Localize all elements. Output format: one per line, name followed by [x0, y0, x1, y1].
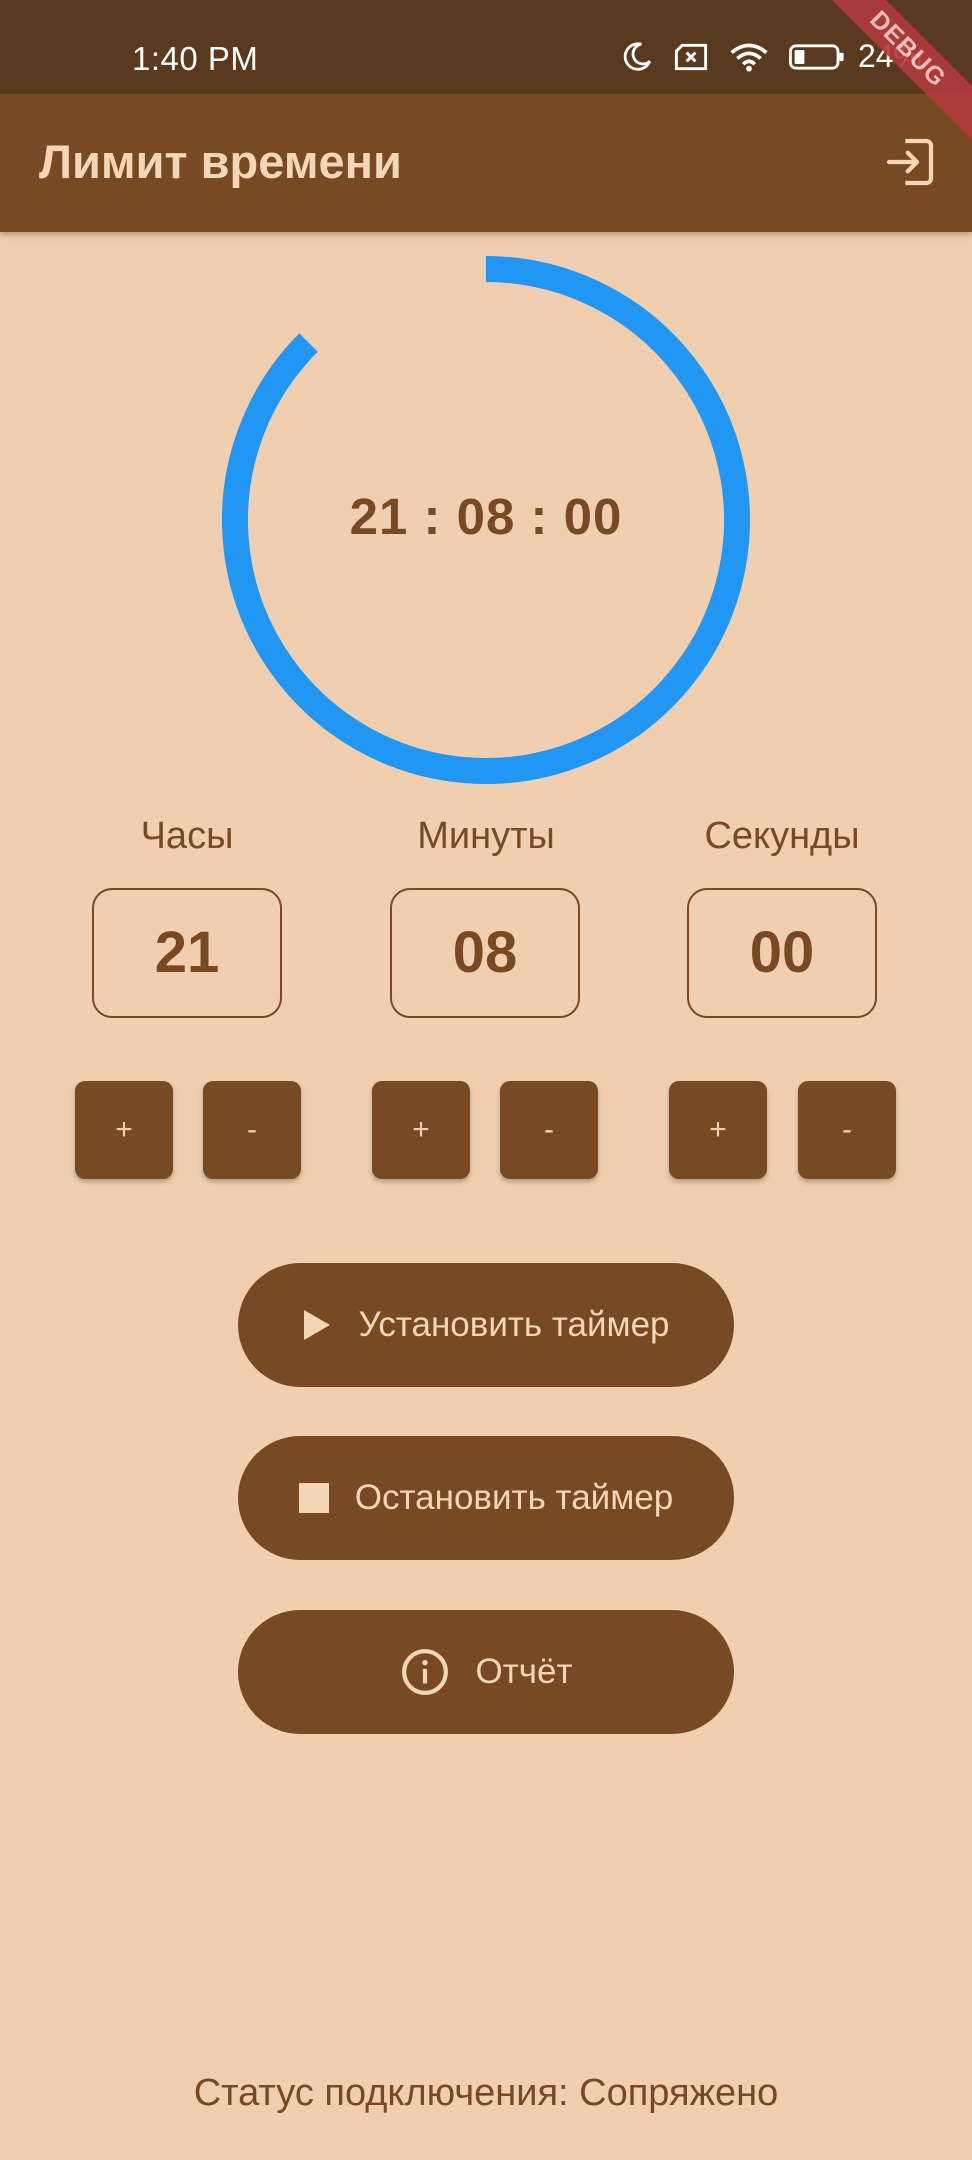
- moon-icon: [623, 41, 652, 71]
- battery-icon: [788, 43, 844, 70]
- sim-off-icon: [674, 43, 708, 70]
- exit-icon: [886, 138, 934, 186]
- stop-timer-label: Остановить таймер: [354, 1478, 674, 1517]
- report-label: Отчёт: [475, 1652, 573, 1691]
- hours-plus-button[interactable]: +: [75, 1081, 173, 1179]
- seconds-minus-button[interactable]: -: [798, 1081, 896, 1179]
- minutes-label: Минуты: [417, 815, 555, 857]
- app-bar: Лимит времени: [0, 94, 972, 232]
- set-timer-button[interactable]: Установить таймер: [238, 1263, 734, 1387]
- status-bar: 1:40 PM 24%: [0, 0, 972, 94]
- hours-minus-button[interactable]: -: [203, 1081, 301, 1179]
- wifi-icon: [730, 43, 768, 72]
- set-timer-label: Установить таймер: [358, 1305, 670, 1344]
- page-title: Лимит времени: [39, 135, 402, 188]
- seconds-label: Секунды: [704, 815, 860, 857]
- info-icon: [400, 1647, 450, 1697]
- stop-icon: [298, 1483, 329, 1513]
- seconds-plus-button[interactable]: +: [669, 1081, 767, 1179]
- stop-timer-button[interactable]: Остановить таймер: [238, 1436, 734, 1560]
- seconds-value: 00: [687, 888, 877, 1018]
- hours-value: 21: [92, 888, 282, 1018]
- status-time: 1:40 PM: [132, 40, 259, 77]
- report-button[interactable]: Отчёт: [238, 1610, 734, 1734]
- hours-label: Часы: [140, 815, 234, 857]
- minutes-plus-button[interactable]: +: [372, 1081, 470, 1179]
- minutes-minus-button[interactable]: -: [500, 1081, 598, 1179]
- minutes-value: 08: [390, 888, 580, 1018]
- exit-button[interactable]: [882, 134, 938, 190]
- timer-display: 21 : 08 : 00: [349, 488, 623, 545]
- connection-status: Статус подключения: Сопряжено: [193, 2072, 779, 2114]
- play-icon: [302, 1308, 332, 1342]
